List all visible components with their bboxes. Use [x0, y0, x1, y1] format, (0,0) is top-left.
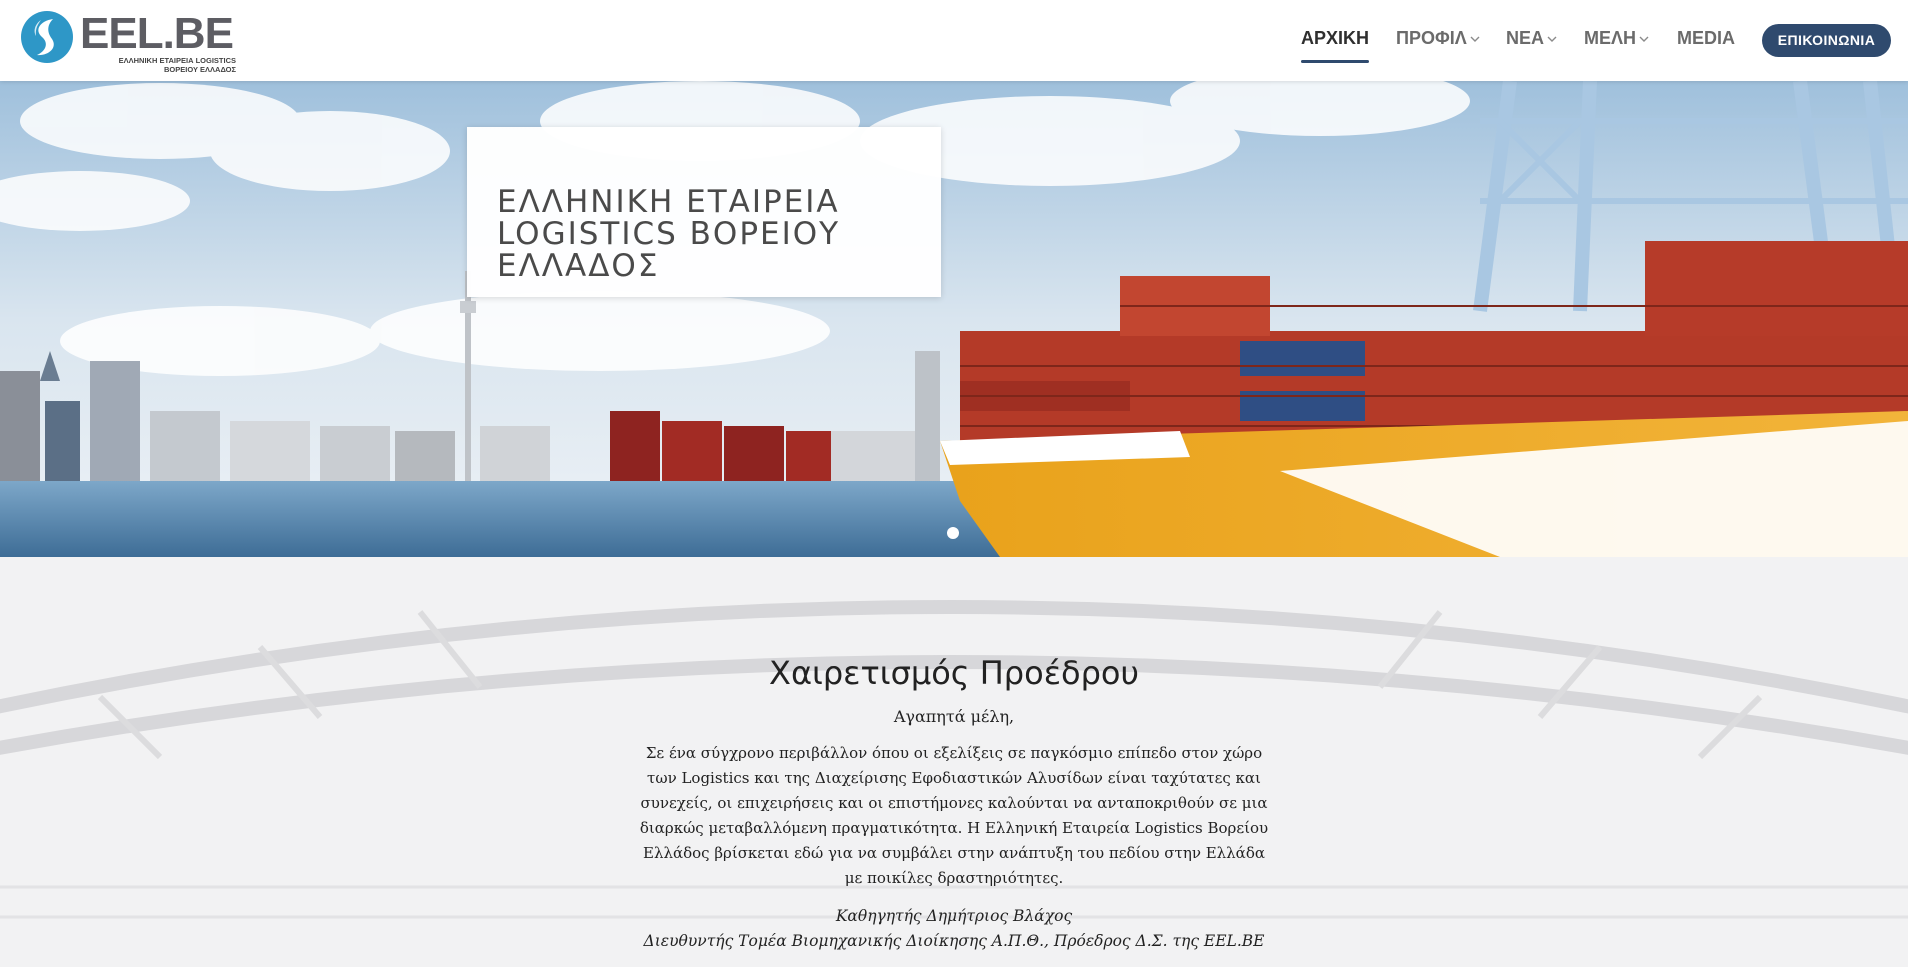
- signature-title: Διευθυντής Τομέα Βιομηχανικής Διοίκησης …: [643, 932, 1265, 950]
- logo-subtitle: ΕΛΛΗΝΙΚΗ ΕΤΑΙΡΕΙΑ LOGISTICS ΒΟΡΕΙΟΥ ΕΛΛΑ…: [80, 56, 236, 74]
- hero-title: ΕΛΛΗΝΙΚΗ ΕΤΑΙΡΕΙΑ LOGISTICS ΒΟΡΕΙΟΥ ΕΛΛΑ…: [497, 183, 841, 284]
- nav-label-home: ΑΡΧΙΚΗ: [1301, 28, 1370, 48]
- nav-item-media[interactable]: MEDIA: [1677, 28, 1735, 54]
- welcome-title: Χαιρετισμός Προέδρου: [769, 654, 1139, 692]
- logo-swirl-icon: [21, 11, 73, 63]
- hero-title-card: ΕΛΛΗΝΙΚΗ ΕΤΑΙΡΕΙΑ LOGISTICS ΒΟΡΕΙΟΥ ΕΛΛΑ…: [467, 127, 941, 297]
- contact-button[interactable]: ΕΠΙΚΟΙΝΩΝΙΑ: [1762, 24, 1891, 57]
- signature-name: Καθηγητής Δημήτριος Βλάχος: [835, 907, 1073, 925]
- chevron-down-icon: [1639, 36, 1649, 42]
- chevron-down-icon: [1470, 36, 1480, 42]
- nav-label-news: ΝΕΑ: [1506, 28, 1545, 48]
- nav-label-members: ΜΕΛΗ: [1584, 28, 1637, 48]
- nav-label-media: MEDIA: [1677, 28, 1735, 48]
- slider-dot[interactable]: [947, 527, 959, 539]
- logo-subtitle-line-2: ΒΟΡΕΙΟΥ ΕΛΛΑΔΟΣ: [164, 65, 236, 74]
- hero-port-image: [0, 81, 1908, 557]
- nav-active-indicator: [1301, 60, 1370, 63]
- welcome-greeting: Αγαπητά μέλη,: [893, 707, 1015, 726]
- nav-item-home[interactable]: ΑΡΧΙΚΗ: [1301, 28, 1370, 63]
- logo-wordmark: EEL.BE: [80, 9, 234, 58]
- welcome-content: Χαιρετισμός Προέδρου Αγαπητά μέλη, Σε έν…: [620, 557, 1288, 954]
- site-header: EEL.BE ΕΛΛΗΝΙΚΗ ΕΤΑΙΡΕΙΑ LOGISTICS ΒΟΡΕΙ…: [0, 0, 1908, 81]
- nav-item-profile[interactable]: ΠΡΟΦΙΛ: [1396, 28, 1480, 54]
- nav-item-news[interactable]: ΝΕΑ: [1506, 28, 1557, 54]
- site-logo[interactable]: EEL.BE ΕΛΛΗΝΙΚΗ ΕΤΑΙΡΕΙΑ LOGISTICS ΒΟΡΕΙ…: [20, 8, 236, 76]
- president-welcome-section: Χαιρετισμός Προέδρου Αγαπητά μέλη, Σε έν…: [0, 557, 1908, 967]
- hero-slider: ΕΛΛΗΝΙΚΗ ΕΤΑΙΡΕΙΑ LOGISTICS ΒΟΡΕΙΟΥ ΕΛΛΑ…: [0, 81, 1908, 557]
- nav-label-profile: ΠΡΟΦΙΛ: [1396, 28, 1467, 48]
- logo-subtitle-line-1: ΕΛΛΗΝΙΚΗ ΕΤΑΙΡΕΙΑ LOGISTICS: [118, 56, 236, 65]
- chevron-down-icon: [1547, 36, 1557, 42]
- welcome-body-text: Σε ένα σύγχρονο περιβάλλον όπου οι εξελί…: [639, 744, 1269, 887]
- nav-item-members[interactable]: ΜΕΛΗ: [1584, 28, 1649, 54]
